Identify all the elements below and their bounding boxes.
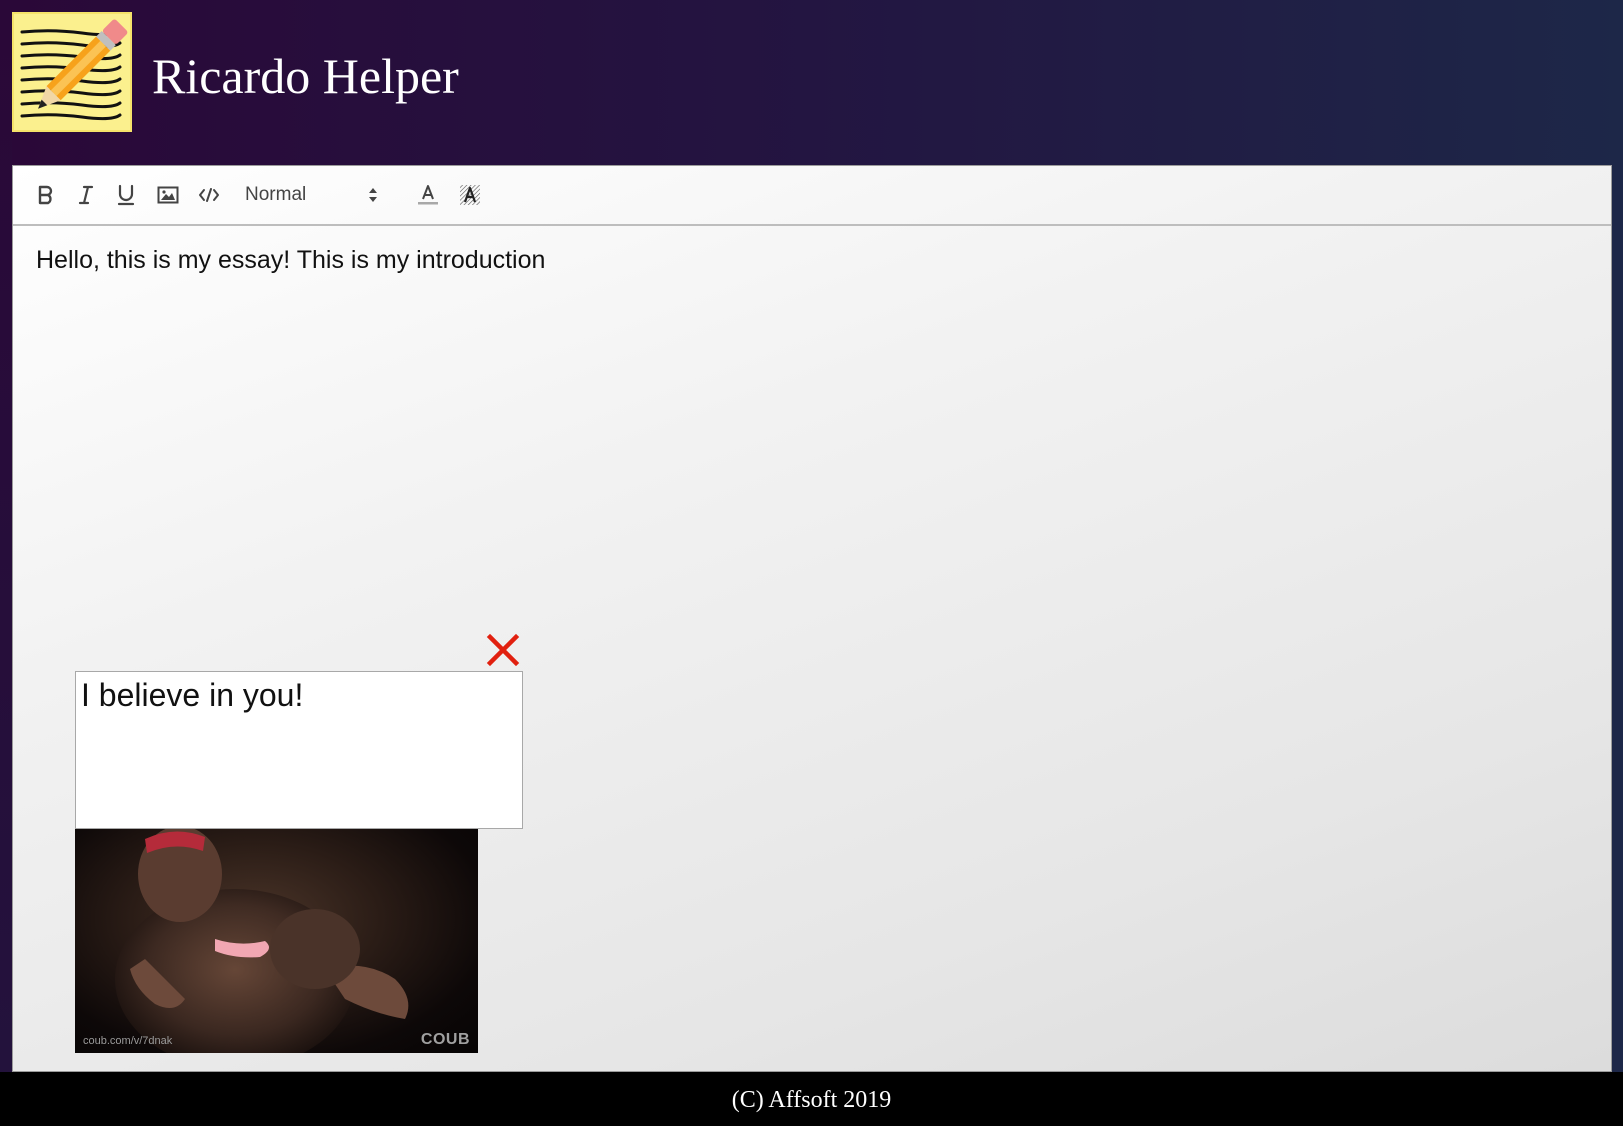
bold-icon [38, 185, 53, 205]
app-title: Ricardo Helper [152, 48, 459, 104]
background-color-icon [460, 185, 480, 205]
select-arrows-icon [369, 188, 377, 202]
essay-text[interactable]: Hello, this is my essay! This is my intr… [36, 244, 545, 276]
text-color-button[interactable] [413, 180, 443, 210]
image-icon [157, 186, 179, 204]
format-select[interactable]: Normal [245, 180, 385, 210]
dancing-man-image [115, 829, 409, 1053]
helper-message: I believe in you! [81, 677, 304, 713]
code-button[interactable] [194, 180, 224, 210]
gif-source-label: coub.com/v/7dnak [83, 1035, 173, 1047]
underline-icon [117, 184, 135, 206]
editor-toolbar: Normal [13, 166, 1611, 226]
editor-content-area[interactable]: Hello, this is my essay! This is my intr… [13, 226, 1611, 1071]
copyright-text: (C) Affsoft 2019 [731, 1087, 892, 1113]
italic-button[interactable] [71, 180, 101, 210]
code-icon [199, 188, 219, 202]
rich-text-editor: Normal Hello, this is my essay! This is … [12, 165, 1612, 1072]
helper-message-box: I believe in you! [75, 671, 523, 829]
helper-gif: coub.com/v/7dnak COUB [75, 829, 478, 1053]
gif-brand-label: COUB [420, 1031, 470, 1048]
italic-icon [78, 185, 94, 205]
bold-button[interactable] [31, 180, 61, 210]
background-color-button[interactable] [455, 180, 485, 210]
format-select-value: Normal [245, 184, 307, 205]
page-footer: (C) Affsoft 2019 [0, 1072, 1623, 1126]
underline-button[interactable] [111, 180, 141, 210]
notepad-pencil-icon [12, 12, 132, 132]
app-header: Ricardo Helper [0, 0, 1623, 165]
text-color-icon [418, 185, 438, 205]
close-button[interactable] [486, 633, 520, 667]
insert-image-button[interactable] [153, 180, 183, 210]
helper-popup: I believe in you! coub.com/v/7dnak COUB [75, 633, 525, 1053]
close-icon [486, 633, 520, 667]
